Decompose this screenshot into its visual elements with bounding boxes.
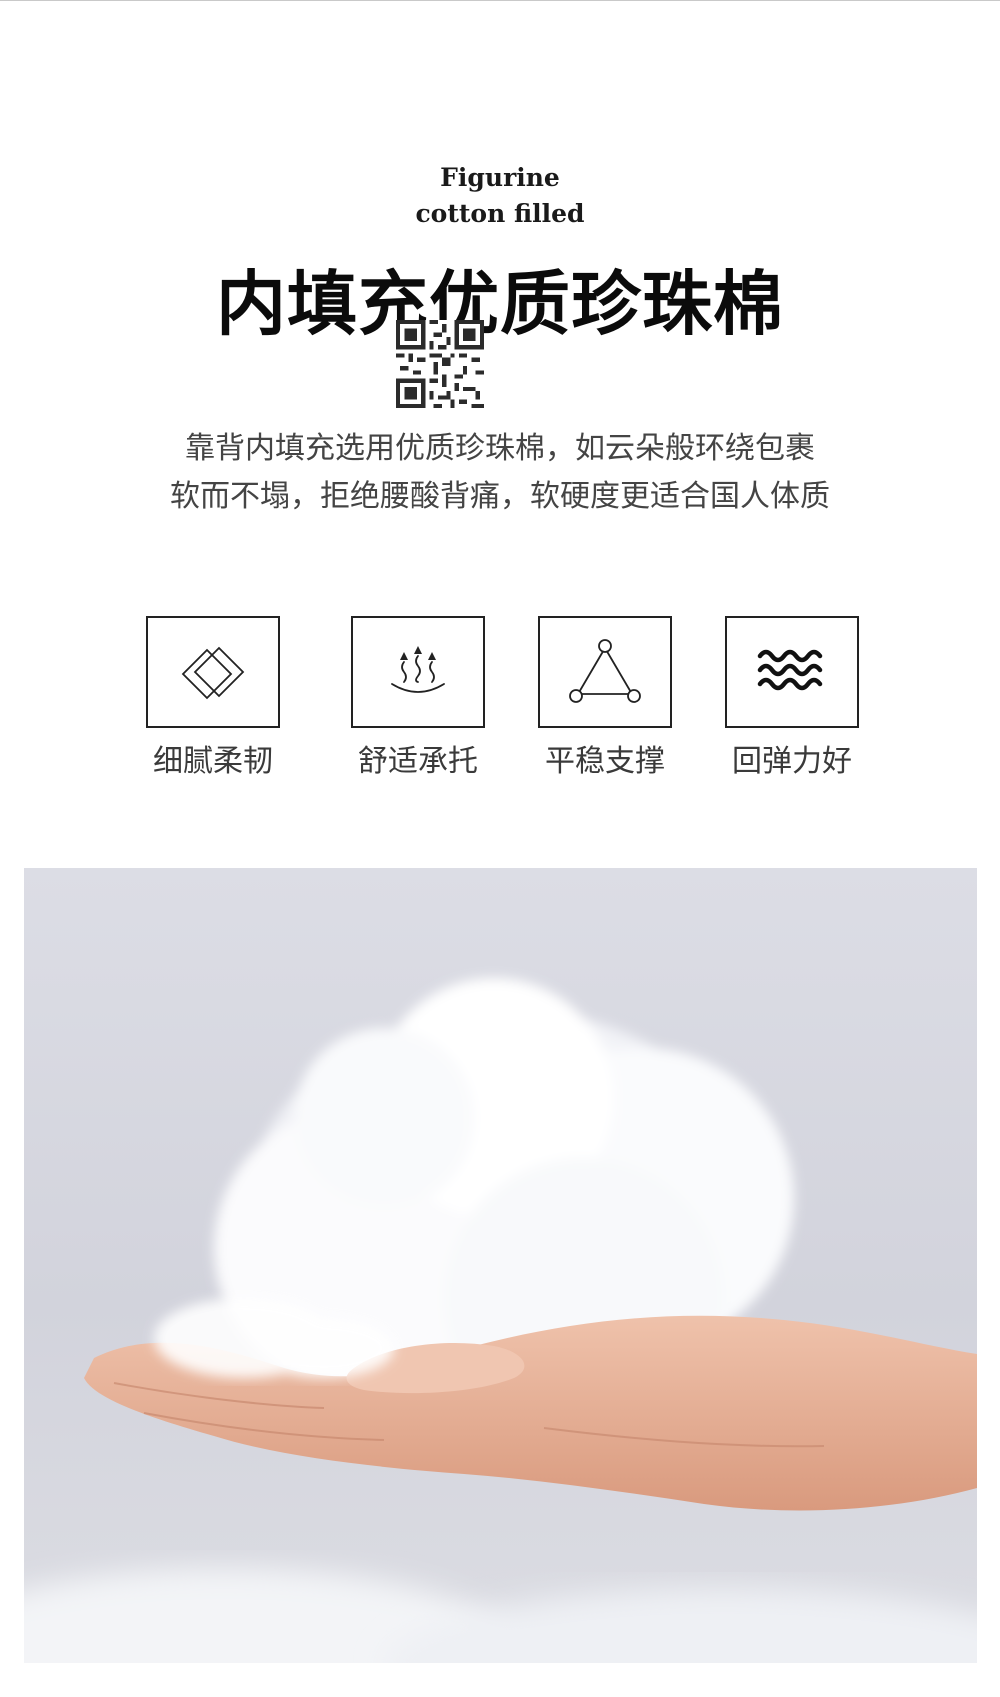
english-title-line-2: cotton filled: [415, 199, 585, 228]
feature-label: 舒适承托: [358, 744, 478, 779]
feature-rebound: 回弹力好: [725, 616, 859, 779]
feature-icon-box: [146, 616, 280, 728]
feature-icon-box: [725, 616, 859, 728]
english-title: Figurine cotton filled: [0, 160, 1000, 232]
feature-label: 平稳支撑: [545, 744, 665, 779]
description: 靠背内填充选用优质珍珠棉，如云朵般环绕包裹 软而不塌，拒绝腰酸背痛，软硬度更适合…: [0, 425, 1000, 521]
chinese-title: 内填充优质珍珠棉: [216, 263, 784, 345]
cotton-in-hand-photo: [24, 868, 977, 1663]
triangle-nodes-icon: [569, 639, 641, 703]
diamond-icon: [181, 646, 245, 700]
description-line-2: 软而不塌，拒绝腰酸背痛，软硬度更适合国人体质: [170, 479, 830, 514]
feature-soft: 细腻柔韧: [146, 616, 280, 779]
waves-icon: [757, 649, 823, 691]
heat-arrows-icon: [391, 646, 445, 693]
feature-comfort: 舒适承托: [351, 616, 485, 779]
description-line-1: 靠背内填充选用优质珍珠棉，如云朵般环绕包裹: [185, 431, 815, 466]
english-title-line-1: Figurine: [440, 163, 560, 192]
feature-label: 回弹力好: [732, 744, 852, 779]
feature-label: 细腻柔韧: [153, 744, 273, 779]
feature-icon-box: [351, 616, 485, 728]
feature-stable: 平稳支撑: [538, 616, 672, 779]
feature-icon-box: [538, 616, 672, 728]
hand-holding-cotton-illustration: [24, 978, 977, 1663]
qr-code-icon: [396, 320, 484, 408]
top-divider: [0, 0, 1000, 1]
